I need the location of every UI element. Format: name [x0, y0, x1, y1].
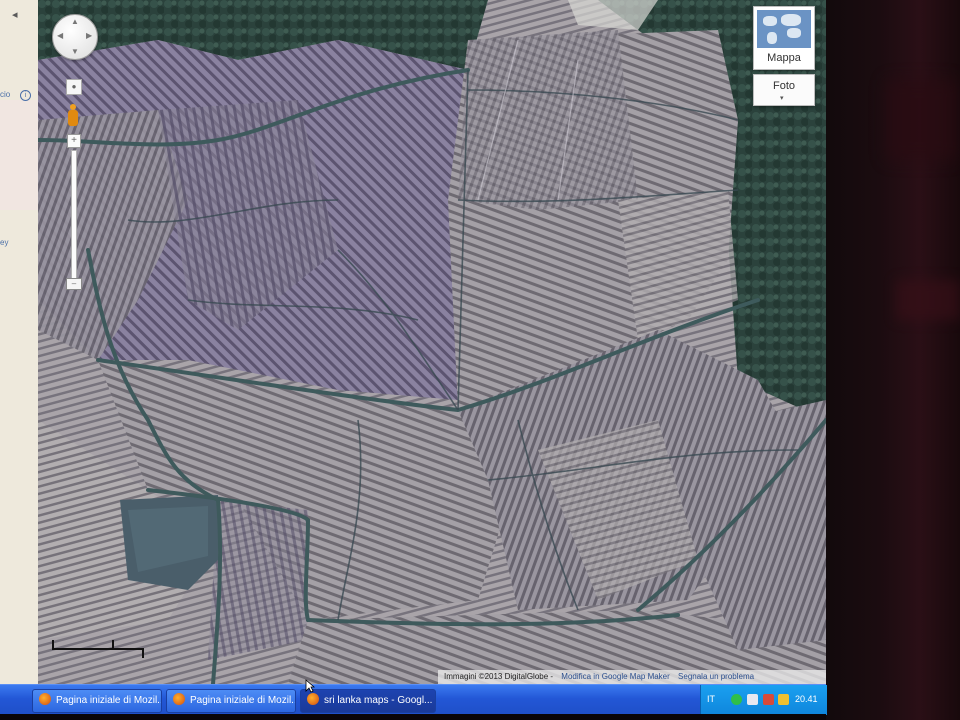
taskbar-button-label: Pagina iniziale di Mozil... — [190, 695, 296, 706]
report-problem-link[interactable]: Segnala un problema — [678, 672, 754, 681]
zoom-in-button[interactable]: + — [67, 134, 81, 148]
network-icon[interactable] — [731, 694, 742, 705]
info-icon[interactable]: i — [20, 90, 31, 101]
pan-down-icon[interactable]: ▼ — [71, 47, 79, 56]
map-maker-link[interactable]: Modifica in Google Map Maker — [561, 672, 670, 681]
map-attribution: Immagini ©2013 DigitalGlobe - Modifica i… — [438, 670, 826, 684]
chevron-down-icon: ▾ — [780, 95, 784, 102]
photo-layer-label: Foto — [772, 80, 795, 92]
scale-bar — [52, 640, 144, 658]
mouse-cursor-icon — [305, 679, 315, 693]
imagery-credit: Immagini ©2013 DigitalGlobe - — [444, 672, 554, 681]
monitor-bezel — [826, 0, 960, 720]
pan-up-icon[interactable]: ▲ — [71, 17, 79, 26]
update-icon[interactable] — [778, 694, 789, 705]
bezel-reflection — [886, 80, 956, 160]
language-indicator[interactable]: IT — [707, 694, 715, 704]
taskbar-button-maps[interactable]: sri lanka maps - Googl... — [300, 689, 436, 713]
panel-highlight — [0, 100, 38, 210]
firefox-icon — [173, 693, 185, 706]
zoom-slider-handle[interactable]: – — [66, 278, 82, 290]
satellite-imagery — [38, 0, 826, 684]
panel-text-fragment: cio — [0, 90, 11, 99]
taskbar-button-label: Pagina iniziale di Mozil... — [56, 695, 162, 706]
monitor-bezel-bottom — [0, 714, 826, 720]
firefox-icon — [307, 693, 319, 706]
clock[interactable]: 20.41 — [795, 694, 818, 704]
volume-icon[interactable] — [747, 694, 758, 705]
bezel-reflection — [896, 280, 960, 320]
firefox-icon — [39, 693, 51, 706]
taskbar-button-firefox-1[interactable]: Pagina iniziale di Mozil... — [32, 689, 162, 713]
pan-left-icon[interactable]: ◀ — [57, 31, 63, 40]
pan-right-icon[interactable]: ▶ — [86, 31, 92, 40]
taskbar-button-label: sri lanka maps - Googl... — [324, 695, 433, 706]
street-view-pegman-icon[interactable] — [67, 104, 79, 134]
map-type-button[interactable]: Mappa — [753, 6, 815, 70]
photo-layer-button[interactable]: Foto ▾ — [753, 74, 815, 106]
collapse-panel-icon[interactable]: ◂ — [12, 8, 18, 21]
system-tray: IT 20.41 — [700, 685, 827, 715]
map-thumbnail-icon — [757, 10, 811, 48]
windows-taskbar: Pagina iniziale di Mozil... Pagina inizi… — [0, 684, 827, 715]
map-type-label: Mappa — [767, 52, 801, 64]
security-icon[interactable] — [763, 694, 774, 705]
pan-control[interactable]: ▲ ▼ ◀ ▶ — [52, 14, 98, 60]
taskbar-button-firefox-2[interactable]: Pagina iniziale di Mozil... — [166, 689, 296, 713]
pegman-body — [68, 110, 78, 126]
panel-text-fragment: ey — [0, 238, 9, 247]
map-canvas[interactable]: ▲ ▼ ◀ ▶ ● + – Mappa Foto ▾ Immagini ©201… — [38, 0, 826, 684]
left-panel: ◂ cio i ey — [0, 0, 39, 684]
zoom-slider-track[interactable] — [71, 150, 77, 282]
rotate-icon[interactable]: ● — [66, 79, 82, 95]
